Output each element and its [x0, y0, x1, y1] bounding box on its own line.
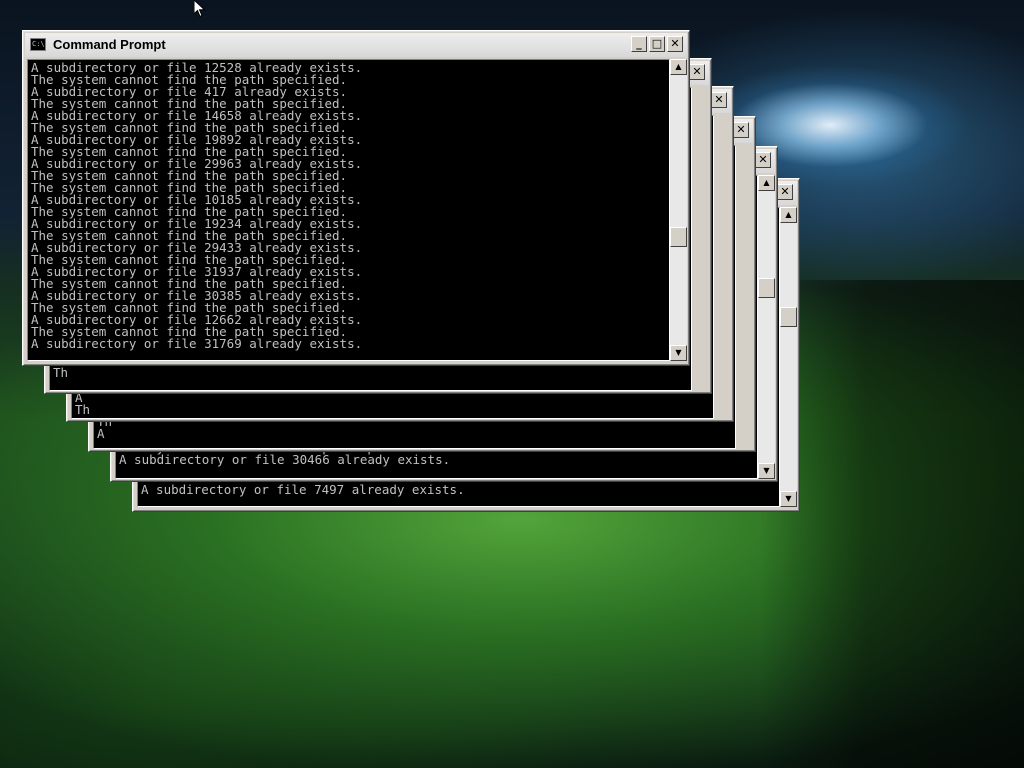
- close-icon[interactable]: ✕: [711, 92, 727, 108]
- window-title: Command Prompt: [53, 37, 166, 52]
- close-icon[interactable]: ✕: [733, 122, 749, 138]
- console-output: A subdirectory or file 12528 already exi…: [31, 60, 363, 351]
- mouse-pointer-icon: [194, 0, 206, 18]
- close-icon[interactable]: ✕: [689, 64, 705, 80]
- close-icon[interactable]: ✕: [777, 184, 793, 200]
- scroll-thumb[interactable]: [780, 307, 797, 327]
- close-icon[interactable]: ✕: [667, 36, 683, 52]
- cmd-icon-glyph: C:\: [32, 40, 45, 48]
- console-output: A subdirectory or file 7497 already exis…: [141, 482, 465, 497]
- scroll-up-arrow-icon[interactable]: ▲: [670, 59, 687, 75]
- close-icon[interactable]: ✕: [755, 152, 771, 168]
- scroll-thumb[interactable]: [758, 278, 775, 298]
- scroll-down-arrow-icon[interactable]: ▼: [670, 345, 687, 361]
- cmd-window-main-console[interactable]: A subdirectory or file 12528 already exi…: [27, 59, 670, 361]
- scroll-down-arrow-icon[interactable]: ▼: [758, 463, 775, 479]
- scroll-thumb[interactable]: [670, 227, 687, 247]
- cmd-window-b-scrollbar[interactable]: ▲ ▼: [758, 175, 775, 479]
- minimize-icon[interactable]: _: [631, 36, 647, 52]
- scroll-up-arrow-icon[interactable]: ▲: [758, 175, 775, 191]
- maximize-icon[interactable]: □: [649, 36, 665, 52]
- cmd-window-main-scrollbar[interactable]: ▲ ▼: [670, 59, 687, 361]
- scroll-up-arrow-icon[interactable]: ▲: [780, 207, 797, 223]
- console-output: Th: [53, 365, 69, 380]
- cmd-window-main[interactable]: C:\ Command Prompt _ □ ✕ A subdirectory …: [22, 30, 690, 366]
- scroll-down-arrow-icon[interactable]: ▼: [780, 491, 797, 507]
- cmd-window-a-scrollbar[interactable]: ▲ ▼: [780, 207, 797, 507]
- cmd-window-main-titlebar[interactable]: C:\ Command Prompt _ □ ✕: [25, 33, 687, 57]
- cmd-icon[interactable]: C:\: [30, 38, 46, 51]
